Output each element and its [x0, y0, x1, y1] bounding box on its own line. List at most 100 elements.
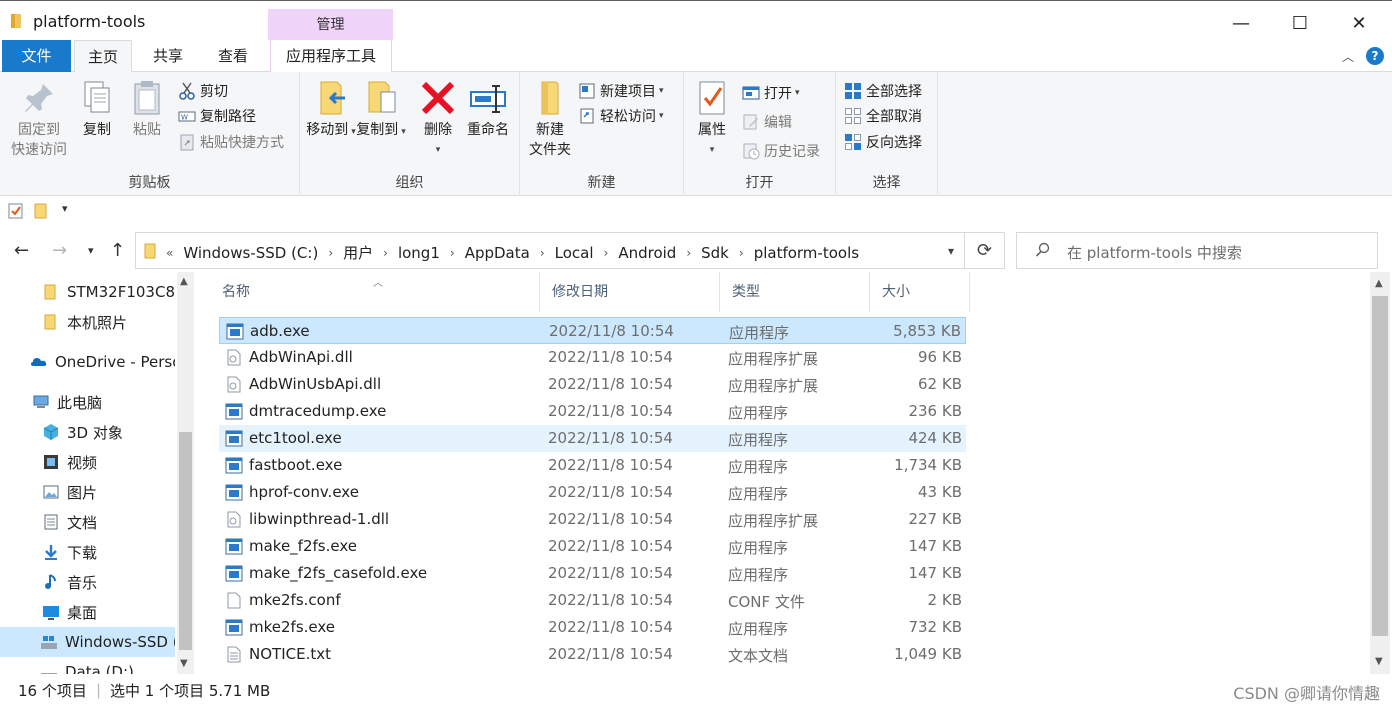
- tab-home[interactable]: 主页: [74, 40, 132, 73]
- breadcrumb-item[interactable]: Android: [618, 244, 676, 262]
- breadcrumb-item[interactable]: Sdk: [701, 244, 729, 262]
- easy-access-button[interactable]: 轻松访问 ▾: [578, 105, 664, 127]
- chevron-right-icon[interactable]: ›: [540, 246, 545, 260]
- file-row[interactable]: mke2fs.conf 2022/11/8 10:54 CONF 文件 2 KB: [219, 587, 966, 614]
- file-row[interactable]: hprof-conv.exe 2022/11/8 10:54 应用程序 43 KB: [219, 479, 966, 506]
- file-list-scrollbar[interactable]: ▲ ▼: [1370, 272, 1390, 674]
- nav-item-desktop[interactable]: 桌面: [0, 597, 175, 627]
- new-folder-button[interactable]: 新建 文件夹: [524, 78, 576, 160]
- nav-item-videos[interactable]: 视频: [0, 447, 175, 477]
- breadcrumb-item[interactable]: long1: [398, 244, 440, 262]
- minimize-button[interactable]: —: [1218, 9, 1264, 37]
- file-row[interactable]: etc1tool.exe 2022/11/8 10:54 应用程序 424 KB: [219, 425, 966, 452]
- edit-button[interactable]: 编辑: [742, 111, 792, 133]
- properties-button[interactable]: 属性 ▾: [690, 78, 734, 160]
- delete-button[interactable]: 删除 ▾: [418, 78, 458, 160]
- back-arrow-icon[interactable]: ←: [14, 240, 29, 261]
- close-button[interactable]: ✕: [1336, 9, 1382, 37]
- nav-item-downloads[interactable]: 下载: [0, 537, 175, 567]
- tab-share[interactable]: 共享: [138, 40, 198, 72]
- column-header-date[interactable]: 修改日期: [540, 272, 720, 312]
- chevron-down-icon[interactable]: ▾: [948, 244, 954, 258]
- manage-tab-group[interactable]: 管理: [268, 9, 393, 41]
- chevron-right-icon[interactable]: ›: [450, 246, 455, 260]
- customize-toolbar-icon[interactable]: ▾: [62, 202, 68, 215]
- breadcrumb-overflow[interactable]: «: [166, 246, 173, 260]
- open-button[interactable]: 打开 ▾: [742, 82, 800, 104]
- properties-check-icon: [699, 81, 725, 115]
- invert-selection-button[interactable]: 反向选择: [844, 131, 922, 153]
- music-icon: [45, 574, 56, 589]
- nav-pane-scroll-thumb[interactable]: [179, 432, 192, 650]
- file-row[interactable]: make_f2fs.exe 2022/11/8 10:54 应用程序 147 KB: [219, 533, 966, 560]
- refresh-icon[interactable]: ⟳: [965, 232, 1005, 269]
- cut-button[interactable]: 剪切: [178, 80, 228, 102]
- forward-arrow-icon[interactable]: →: [52, 240, 67, 261]
- paste-shortcut-button[interactable]: 粘贴快捷方式: [178, 131, 284, 153]
- search-placeholder[interactable]: 在 platform-tools 中搜索: [1067, 242, 1242, 263]
- move-to-button[interactable]: 移动到 ▾: [306, 78, 356, 142]
- folder-icon[interactable]: [34, 203, 48, 219]
- maximize-button[interactable]: ☐: [1277, 9, 1323, 37]
- tab-application-tools[interactable]: 应用程序工具: [270, 40, 392, 72]
- help-icon[interactable]: ?: [1366, 47, 1384, 65]
- nav-item-windows-ssd[interactable]: Windows-SSD (: [0, 627, 175, 657]
- file-row[interactable]: make_f2fs_casefold.exe 2022/11/8 10:54 应用程…: [219, 560, 966, 587]
- file-list-scroll-thumb[interactable]: [1372, 296, 1388, 636]
- column-header-size[interactable]: 大小: [870, 272, 970, 312]
- rename-button[interactable]: 重命名: [464, 78, 512, 140]
- tab-file[interactable]: 文件: [2, 40, 71, 72]
- file-row[interactable]: AdbWinUsbApi.dll 2022/11/8 10:54 应用程序扩展 62 …: [219, 371, 966, 398]
- file-row[interactable]: dmtracedump.exe 2022/11/8 10:54 应用程序 236 KB: [219, 398, 966, 425]
- chevron-right-icon[interactable]: ›: [604, 246, 609, 260]
- breadcrumb-item[interactable]: Windows-SSD (C:): [183, 244, 318, 262]
- scroll-up-icon[interactable]: ▲: [180, 276, 188, 287]
- file-row[interactable]: mke2fs.exe 2022/11/8 10:54 应用程序 732 KB: [219, 614, 966, 641]
- scroll-down-icon[interactable]: ▼: [1375, 656, 1383, 667]
- tab-view[interactable]: 查看: [203, 40, 263, 72]
- pin-quick-access-button[interactable]: 固定到 快速访问: [8, 78, 70, 160]
- file-row[interactable]: fastboot.exe 2022/11/8 10:54 应用程序 1,734 KB: [219, 452, 966, 479]
- nav-item-pictures[interactable]: 图片: [0, 477, 175, 507]
- nav-item-documents[interactable]: 文档: [0, 507, 175, 537]
- new-item-button[interactable]: 新建项目 ▾: [578, 80, 664, 102]
- select-all-button[interactable]: 全部选择: [844, 80, 922, 102]
- breadcrumb-item[interactable]: Local: [555, 244, 594, 262]
- search-box[interactable]: 在 platform-tools 中搜索: [1016, 232, 1378, 269]
- select-none-button[interactable]: 全部取消: [844, 105, 922, 127]
- nav-item-folder[interactable]: STM32F103C8T: [0, 277, 175, 307]
- nav-pane-scrollbar[interactable]: ▲ ▼: [177, 272, 194, 674]
- chevron-up-icon[interactable]: ︿: [1342, 48, 1354, 65]
- copy-path-icon: W: [178, 111, 196, 122]
- copy-to-button[interactable]: 复制到 ▾: [356, 78, 406, 142]
- up-arrow-icon[interactable]: ↑: [110, 240, 125, 261]
- chevron-right-icon[interactable]: ›: [328, 246, 333, 260]
- nav-item-this-pc[interactable]: 此电脑: [0, 387, 175, 417]
- nav-item-3d-objects[interactable]: 3D 对象: [0, 417, 175, 447]
- nav-item-folder[interactable]: 本机照片: [0, 307, 175, 337]
- scroll-down-icon[interactable]: ▼: [180, 658, 188, 669]
- paste-button[interactable]: 粘贴: [126, 78, 168, 140]
- recent-locations-chevron-icon[interactable]: ▾: [88, 244, 94, 257]
- column-header-type[interactable]: 类型: [720, 272, 870, 312]
- address-bar[interactable]: « Windows-SSD (C:) › 用户 › long1 › AppData › …: [135, 232, 965, 269]
- file-row[interactable]: NOTICE.txt 2022/11/8 10:54 文本文档 1,049 KB: [219, 641, 966, 668]
- nav-item-music[interactable]: 音乐: [0, 567, 175, 597]
- copy-button[interactable]: 复制: [76, 78, 118, 140]
- breadcrumb-item[interactable]: platform-tools: [754, 244, 859, 262]
- chevron-right-icon[interactable]: ›: [383, 246, 388, 260]
- history-button[interactable]: 历史记录: [742, 140, 820, 162]
- chevron-right-icon[interactable]: ›: [739, 246, 744, 260]
- nav-item-data-drive[interactable]: Data (D:): [0, 657, 175, 674]
- breadcrumb-item[interactable]: 用户: [343, 242, 373, 263]
- file-row[interactable]: libwinpthread-1.dll 2022/11/8 10:54 应用程序扩展…: [219, 506, 966, 533]
- breadcrumb-item[interactable]: AppData: [465, 244, 530, 262]
- file-row[interactable]: AdbWinApi.dll 2022/11/8 10:54 应用程序扩展 96 KB: [219, 344, 966, 371]
- file-row[interactable]: adb.exe 2022/11/8 10:54 应用程序 5,853 KB: [219, 317, 966, 344]
- chevron-right-icon[interactable]: ›: [686, 246, 691, 260]
- scroll-up-icon[interactable]: ▲: [1375, 278, 1383, 289]
- copy-path-button[interactable]: W 复制路径: [178, 105, 256, 127]
- properties-check-icon[interactable]: [8, 203, 24, 219]
- nav-item-onedrive[interactable]: OneDrive - Perso: [0, 347, 175, 377]
- group-open: 属性 ▾ 打开 ▾ 编辑 历史记录 打开: [684, 72, 836, 196]
